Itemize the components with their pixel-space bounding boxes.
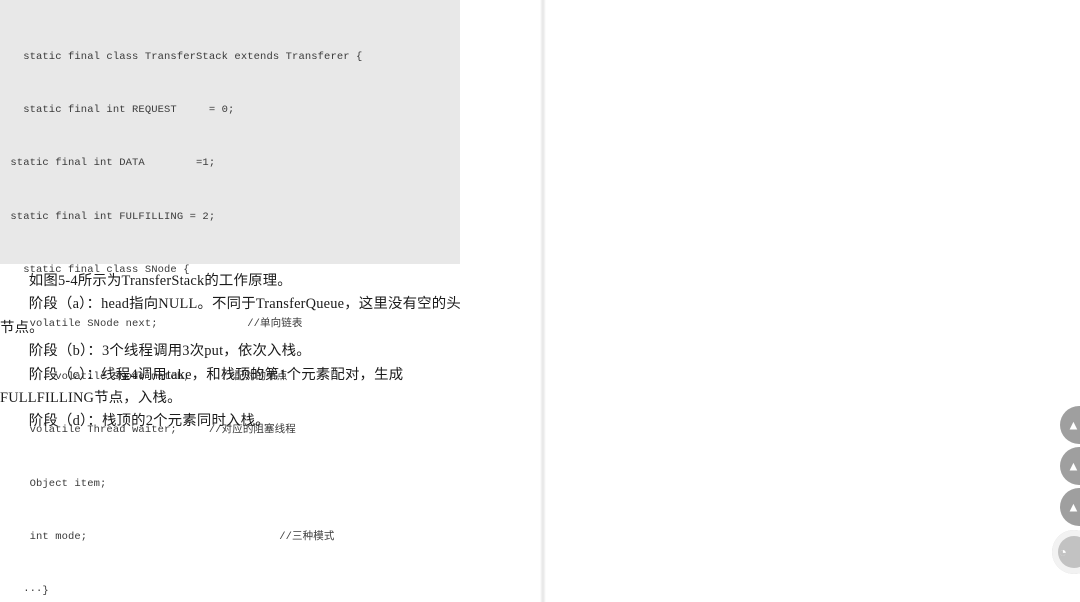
paragraph: 阶段（a）：head指向NULL。不同于TransferQueue，这里没有空的… bbox=[0, 296, 461, 336]
paragraph: 如图5-4所示为TransferStack的工作原理。 bbox=[28, 273, 292, 289]
paragraph: 阶段（d）：栈顶的2个元素同时入栈。 bbox=[28, 413, 270, 430]
left-page-prose: 如图5-4所示为TransferStack的工作原理。 阶段（a）：head指向… bbox=[0, 270, 468, 434]
highlight-icon: ▲ bbox=[1067, 499, 1080, 515]
left-page: static final class TransferStack extends… bbox=[0, 0, 540, 602]
reader-spread: static final class TransferStack extends… bbox=[0, 0, 1080, 602]
settings-chip-button[interactable]: ◔ bbox=[1052, 530, 1080, 574]
note-chip-button[interactable]: ▲ bbox=[1060, 447, 1080, 485]
note-icon: ▲ bbox=[1067, 458, 1080, 474]
code-line: static final class TransferStack extends… bbox=[4, 50, 363, 63]
right-page: head NULL 阶段（a） head put3 (thread 3) put… bbox=[546, 0, 1080, 602]
edge-control-stack: ▲ ▲ ▲ ◔ bbox=[1040, 0, 1080, 602]
gear-icon: ◔ bbox=[1059, 544, 1067, 560]
code-line: ···} bbox=[4, 584, 49, 597]
left-code-block: static final class TransferStack extends… bbox=[0, 0, 460, 597]
paragraph: 阶段（b）：3个线程调用3次put，依次入栈。 bbox=[28, 343, 311, 360]
code-line: static final int DATA =1; bbox=[4, 157, 216, 170]
code-line: static final int FULFILLING = 2; bbox=[4, 210, 216, 223]
highlight-chip-button[interactable]: ▲ bbox=[1060, 488, 1080, 526]
bookmark-chip-button[interactable]: ▲ bbox=[1060, 406, 1080, 444]
bookmark-icon: ▲ bbox=[1067, 417, 1080, 433]
code-line: static final int REQUEST = 0; bbox=[4, 103, 235, 116]
paragraph: 阶段（c）：线程4调用take，和栈顶的第1个元素配对，生成FULLFILLIN… bbox=[0, 366, 404, 407]
code-line: Object item; bbox=[4, 477, 107, 490]
code-line: int mode; //三种模式 bbox=[4, 531, 335, 544]
